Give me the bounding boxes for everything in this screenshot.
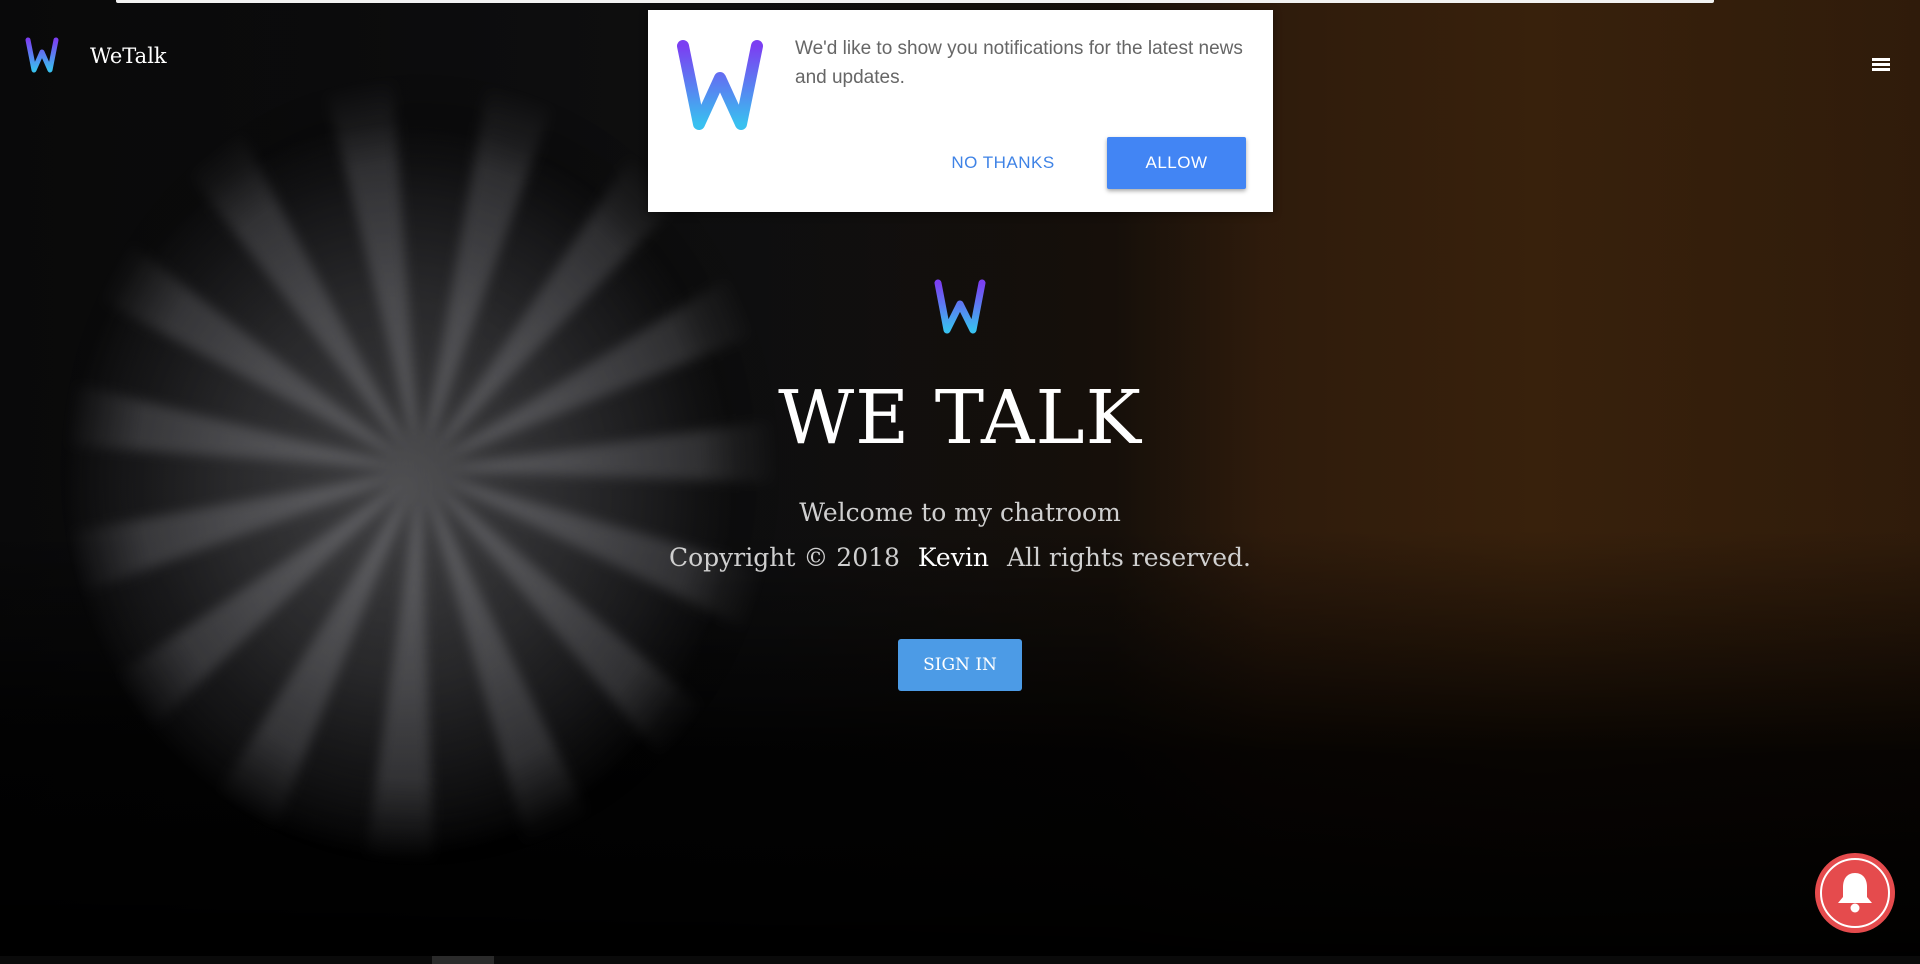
page: WeTalk We'd like to show you notificatio… bbox=[0, 0, 1920, 964]
author-link[interactable]: Kevin bbox=[918, 543, 989, 572]
allow-button[interactable]: ALLOW bbox=[1107, 137, 1246, 189]
hamburger-menu-icon[interactable] bbox=[1872, 58, 1890, 72]
copyright-suffix: All rights reserved. bbox=[1006, 543, 1251, 572]
notification-message: We'd like to show you notifications for … bbox=[795, 38, 1243, 88]
hero-subtitle: Welcome to my chatroom bbox=[799, 498, 1121, 527]
copyright-prefix: Copyright © 2018 bbox=[668, 543, 900, 572]
copyright-line: Copyright © 2018 Kevin All rights reserved… bbox=[0, 543, 1920, 572]
wetalk-w-logo-icon bbox=[25, 37, 59, 73]
wetalk-w-logo-icon bbox=[677, 40, 763, 130]
scrollbar-thumb[interactable] bbox=[432, 956, 494, 964]
no-thanks-button[interactable]: NO THANKS bbox=[943, 137, 1063, 189]
top-scroll-strip bbox=[116, 0, 1714, 3]
notification-bell-icon bbox=[1838, 873, 1872, 913]
bottom-scrollbar[interactable] bbox=[0, 956, 1920, 964]
sign-in-button[interactable]: SIGN IN bbox=[898, 639, 1022, 691]
hero-title: WE TALK bbox=[778, 375, 1142, 461]
notification-bell-button[interactable] bbox=[1815, 853, 1895, 933]
wetalk-w-logo-icon bbox=[934, 279, 986, 334]
brand-name[interactable]: WeTalk bbox=[90, 44, 167, 68]
notification-prompt: We'd like to show you notifications for … bbox=[648, 10, 1273, 212]
brand[interactable]: WeTalk bbox=[24, 36, 167, 76]
